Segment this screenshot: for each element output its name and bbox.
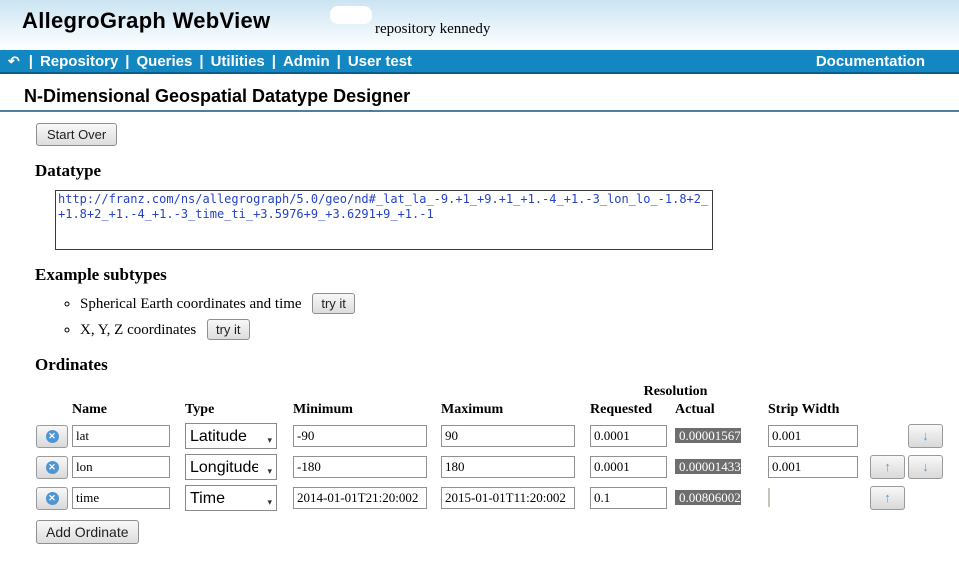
minimum-input[interactable] xyxy=(293,425,427,447)
column-header-row: Name Type Minimum Maximum Requested Actu… xyxy=(36,402,959,418)
type-select[interactable]: Longitude xyxy=(185,454,277,480)
strip-width-input[interactable] xyxy=(768,425,858,447)
delete-icon: ✕ xyxy=(46,461,59,474)
actual-resolution-value: 0.00806002 xyxy=(675,490,741,505)
strip-width-disabled-field xyxy=(768,488,770,507)
back-icon[interactable]: ↶ xyxy=(8,53,20,70)
nav-bar: ↶ | Repository | Queries | Utilities | A… xyxy=(0,50,959,74)
strip-width-input[interactable] xyxy=(768,456,858,478)
subtype-label: Spherical Earth coordinates and time xyxy=(80,296,302,312)
delete-icon: ✕ xyxy=(46,430,59,443)
nav-item-user[interactable]: User test xyxy=(348,53,412,70)
delete-icon: ✕ xyxy=(46,492,59,505)
resolution-header: Resolution xyxy=(590,384,761,400)
name-input[interactable] xyxy=(72,456,170,478)
minimum-input[interactable] xyxy=(293,456,427,478)
requested-resolution-input[interactable] xyxy=(590,487,667,509)
title-rule xyxy=(0,110,959,112)
nav-separator: | xyxy=(272,53,276,70)
column-header-maximum: Maximum xyxy=(441,402,575,418)
nav-separator: | xyxy=(199,53,203,70)
maximum-input[interactable] xyxy=(441,456,575,478)
repository-label: repository kennedy xyxy=(375,21,490,38)
start-over-button[interactable]: Start Over xyxy=(36,123,117,146)
example-subtypes-list: Spherical Earth coordinates and time try… xyxy=(0,293,959,340)
table-row-lon: ✕ Longitude▾ 0.00001433 ↑ ↓ xyxy=(36,454,959,480)
column-header-minimum: Minimum xyxy=(293,402,427,418)
type-select[interactable]: Time xyxy=(185,485,277,511)
list-item: Spherical Earth coordinates and time try… xyxy=(80,293,959,314)
type-select[interactable]: Latitude xyxy=(185,423,277,449)
move-up-button[interactable]: ↑ xyxy=(870,486,905,510)
subtype-label: X, Y, Z coordinates xyxy=(80,322,196,338)
actual-resolution-value: 0.00001567 xyxy=(675,428,741,443)
redaction-patch xyxy=(330,6,372,24)
nav-item-utilities[interactable]: Utilities xyxy=(211,53,265,70)
datatype-uri-textarea[interactable]: http://franz.com/ns/allegrograph/5.0/geo… xyxy=(55,190,713,250)
app-title: AllegroGraph WebView xyxy=(22,8,270,34)
try-it-button-spherical[interactable]: try it xyxy=(312,293,355,314)
column-header-name: Name xyxy=(72,402,170,418)
requested-resolution-input[interactable] xyxy=(590,456,667,478)
delete-ordinate-button[interactable]: ✕ xyxy=(36,487,68,510)
add-ordinate-button[interactable]: Add Ordinate xyxy=(36,520,139,544)
column-header-strip-width: Strip Width xyxy=(768,402,858,418)
column-header-requested: Requested xyxy=(590,402,667,418)
column-header-actual: Actual xyxy=(675,402,761,418)
nav-item-admin[interactable]: Admin xyxy=(283,53,330,70)
example-subtypes-heading: Example subtypes xyxy=(35,265,959,285)
actual-resolution-value: 0.00001433 xyxy=(675,459,741,474)
name-input[interactable] xyxy=(72,425,170,447)
ordinates-table: Resolution Name Type Minimum Maximum Req… xyxy=(36,384,959,511)
nav-separator: | xyxy=(125,53,129,70)
datatype-heading: Datatype xyxy=(35,161,959,181)
requested-resolution-input[interactable] xyxy=(590,425,667,447)
delete-ordinate-button[interactable]: ✕ xyxy=(36,425,68,448)
move-down-button[interactable]: ↓ xyxy=(908,455,943,479)
list-item: X, Y, Z coordinates try it xyxy=(80,319,959,340)
table-row-time: ✕ Time▾ 0.00806002 ↑ xyxy=(36,485,959,511)
nav-item-queries[interactable]: Queries xyxy=(137,53,193,70)
minimum-input[interactable] xyxy=(293,487,427,509)
maximum-input[interactable] xyxy=(441,425,575,447)
nav-separator: | xyxy=(337,53,341,70)
move-up-button[interactable]: ↑ xyxy=(870,455,905,479)
nav-item-documentation[interactable]: Documentation xyxy=(816,53,925,70)
try-it-button-xyz[interactable]: try it xyxy=(207,319,250,340)
column-header-type: Type xyxy=(185,402,277,418)
ordinates-heading: Ordinates xyxy=(35,355,959,375)
resolution-header-row: Resolution xyxy=(36,384,959,400)
delete-ordinate-button[interactable]: ✕ xyxy=(36,456,68,479)
page-title: N-Dimensional Geospatial Datatype Design… xyxy=(24,86,959,107)
table-row-lat: ✕ Latitude▾ 0.00001567 ↓ xyxy=(36,423,959,449)
nav-separator: | xyxy=(29,53,33,70)
top-banner: AllegroGraph WebView repository kennedy xyxy=(0,0,959,50)
name-input[interactable] xyxy=(72,487,170,509)
move-down-button[interactable]: ↓ xyxy=(908,424,943,448)
nav-item-repository[interactable]: Repository xyxy=(40,53,118,70)
maximum-input[interactable] xyxy=(441,487,575,509)
